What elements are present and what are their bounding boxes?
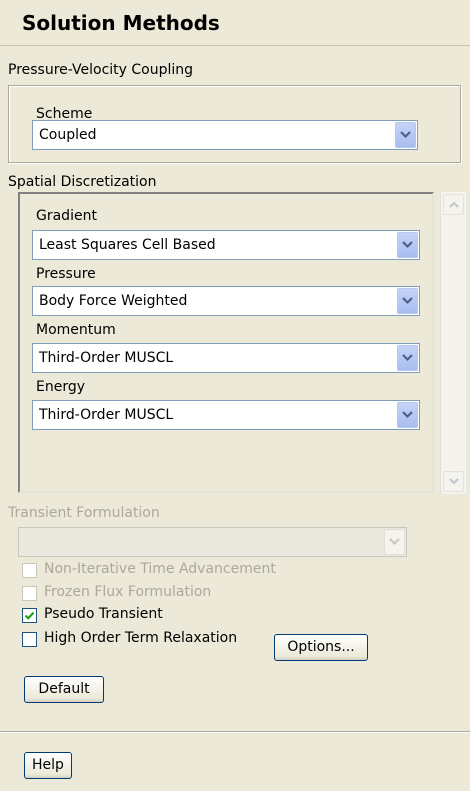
- scheme-dropdown[interactable]: Coupled: [32, 120, 418, 150]
- scheme-value: Coupled: [39, 127, 97, 143]
- page-title: Solution Methods: [22, 11, 220, 35]
- pressure-dropdown[interactable]: Body Force Weighted: [32, 286, 420, 316]
- transient-formulation-label: Transient Formulation: [8, 505, 160, 521]
- default-button[interactable]: Default: [24, 676, 104, 703]
- pressure-label: Pressure: [36, 266, 96, 282]
- pv-coupling-group-label: Pressure-Velocity Coupling: [8, 62, 194, 78]
- energy-dropdown[interactable]: Third-Order MUSCL: [32, 400, 420, 430]
- pseudo-transient-checkbox[interactable]: [22, 608, 37, 623]
- momentum-dropdown[interactable]: Third-Order MUSCL: [32, 343, 420, 373]
- scroll-down-button[interactable]: [443, 471, 464, 492]
- frozen-flux-label: Frozen Flux Formulation: [44, 584, 212, 600]
- transient-formulation-dropdown[interactable]: [18, 527, 407, 557]
- chevron-down-icon[interactable]: [395, 122, 416, 148]
- arrow-down-icon: [449, 478, 459, 485]
- chevron-down-icon[interactable]: [397, 288, 418, 314]
- checkmark-icon: [24, 611, 35, 620]
- momentum-label: Momentum: [36, 322, 116, 338]
- chevron-down-icon[interactable]: [397, 345, 418, 371]
- frozen-flux-checkbox[interactable]: [22, 586, 37, 601]
- spatial-group-label: Spatial Discretization: [8, 174, 157, 190]
- gradient-label: Gradient: [36, 208, 97, 224]
- energy-value: Third-Order MUSCL: [39, 407, 174, 423]
- scroll-up-button[interactable]: [443, 194, 464, 215]
- pressure-value: Body Force Weighted: [39, 293, 188, 309]
- momentum-value: Third-Order MUSCL: [39, 350, 174, 366]
- non-iterative-checkbox[interactable]: [22, 563, 37, 578]
- high-order-relaxation-checkbox[interactable]: [22, 632, 37, 647]
- chevron-down-icon[interactable]: [384, 529, 405, 555]
- pseudo-transient-label: Pseudo Transient: [44, 606, 163, 622]
- non-iterative-label: Non-Iterative Time Advancement: [44, 561, 276, 577]
- arrow-up-icon: [449, 201, 459, 208]
- high-order-relaxation-label: High Order Term Relaxation: [44, 630, 238, 646]
- help-button[interactable]: Help: [24, 752, 72, 779]
- spatial-scrollbar[interactable]: [440, 192, 466, 494]
- panel-header: Solution Methods: [0, 0, 470, 46]
- divider: [0, 731, 470, 733]
- gradient-value: Least Squares Cell Based: [39, 237, 216, 253]
- gradient-dropdown[interactable]: Least Squares Cell Based: [32, 230, 420, 260]
- chevron-down-icon[interactable]: [397, 232, 418, 258]
- options-button[interactable]: Options...: [274, 634, 368, 661]
- energy-label: Energy: [36, 379, 86, 395]
- chevron-down-icon[interactable]: [397, 402, 418, 428]
